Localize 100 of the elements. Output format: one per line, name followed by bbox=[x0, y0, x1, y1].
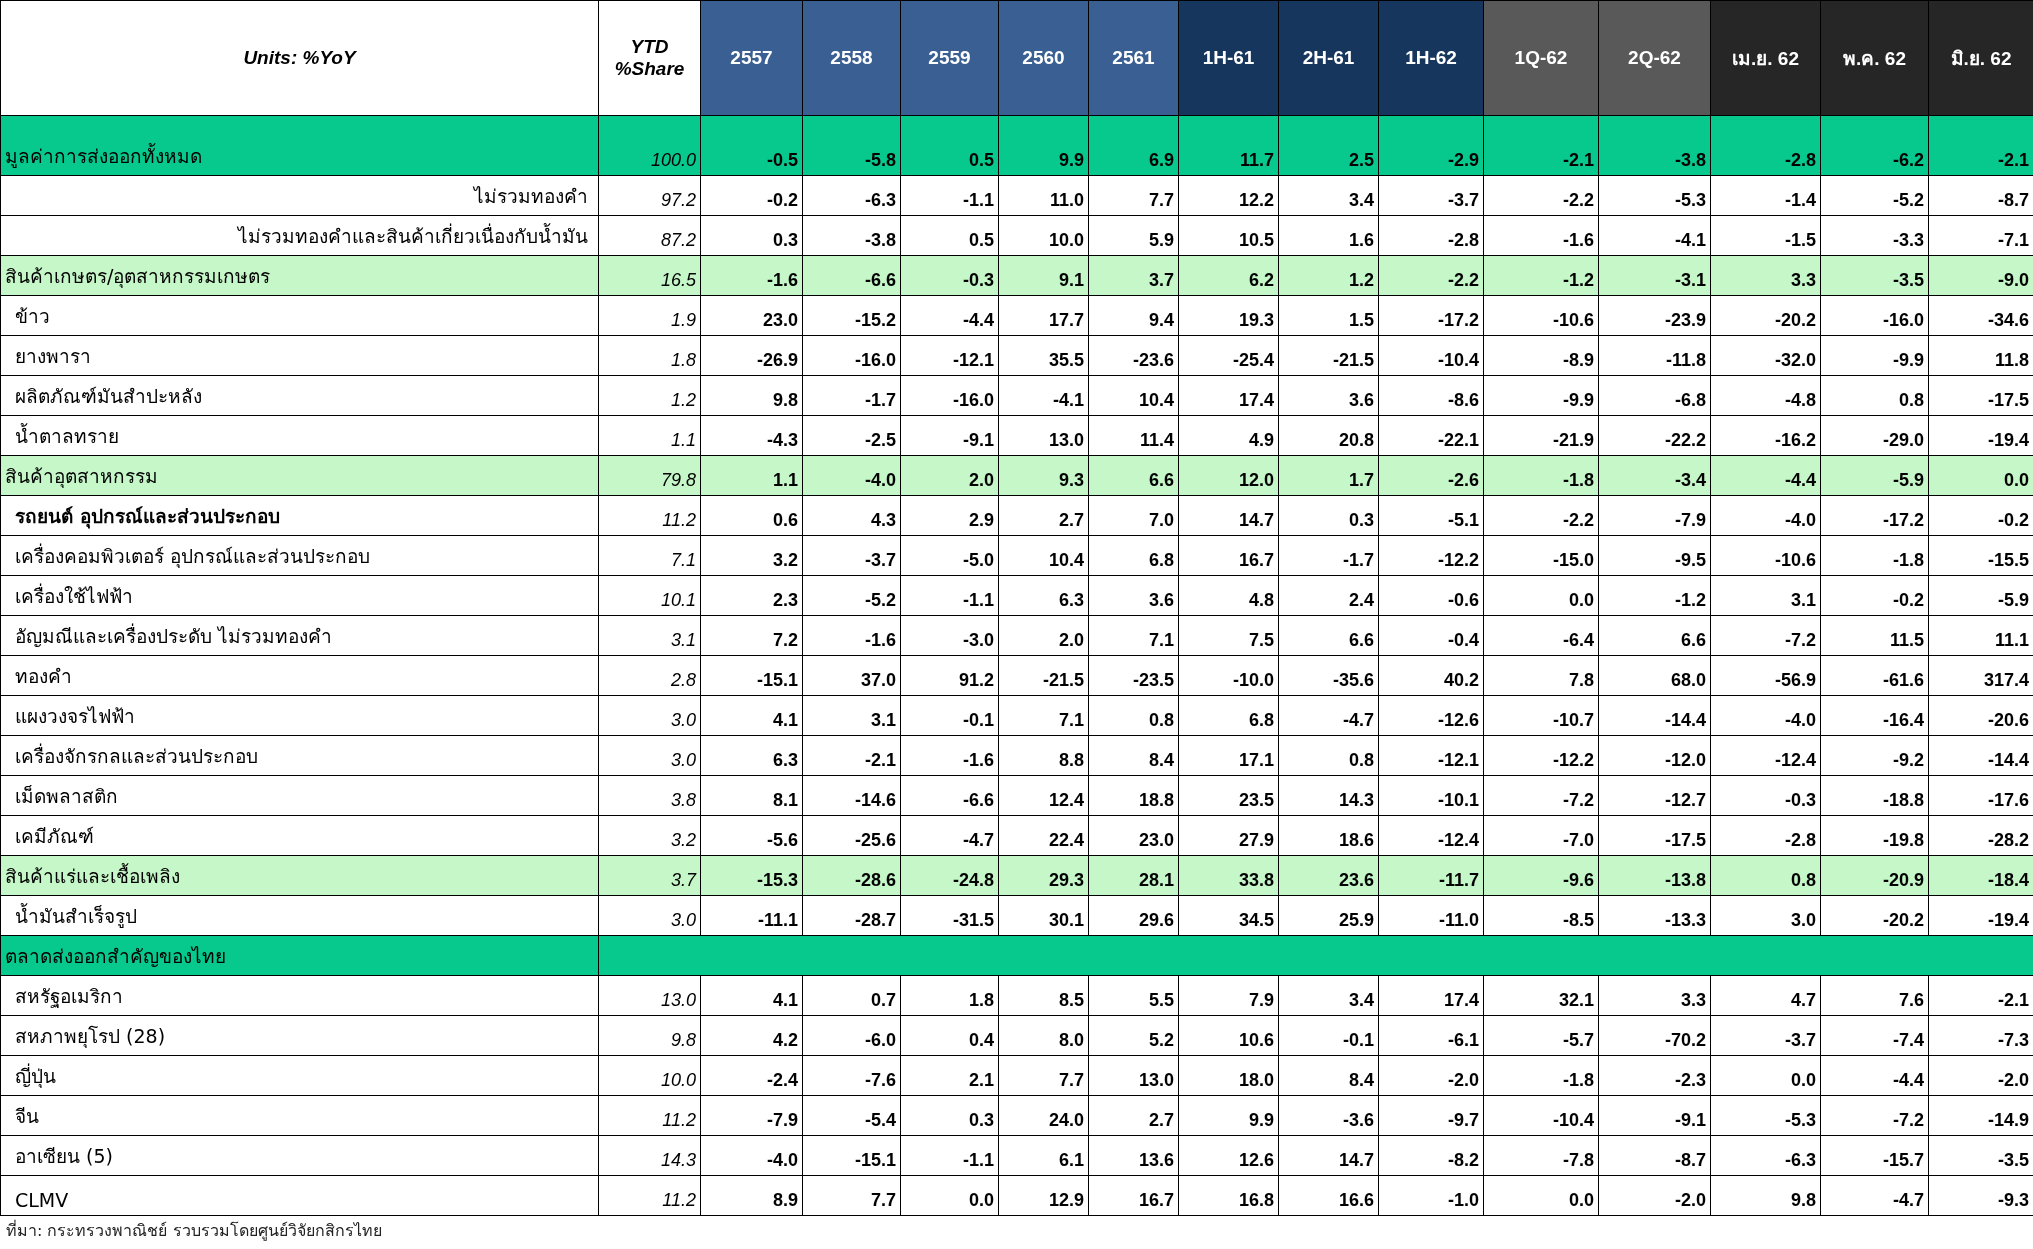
table-cell: -3.6 bbox=[1279, 1096, 1379, 1136]
column-header: 1H-62 bbox=[1379, 1, 1484, 116]
table-cell: -11.7 bbox=[1379, 856, 1484, 896]
table-cell: -0.2 bbox=[1821, 576, 1929, 616]
table-cell: -7.2 bbox=[1821, 1096, 1929, 1136]
table-cell: 2.5 bbox=[1279, 116, 1379, 176]
table-cell: -1.8 bbox=[1484, 456, 1599, 496]
table-cell: -20.2 bbox=[1711, 296, 1821, 336]
table-cell: 3.4 bbox=[1279, 176, 1379, 216]
table-cell: 1.5 bbox=[1279, 296, 1379, 336]
table-cell: 4.7 bbox=[1711, 976, 1821, 1016]
table-cell: -2.3 bbox=[1599, 1056, 1711, 1096]
table-cell: 7.9 bbox=[1179, 976, 1279, 1016]
table-cell: -56.9 bbox=[1711, 656, 1821, 696]
table-cell: 3.2 bbox=[701, 536, 803, 576]
table-cell: -2.5 bbox=[803, 416, 901, 456]
table-cell: -0.1 bbox=[901, 696, 999, 736]
table-cell: -15.1 bbox=[803, 1136, 901, 1176]
table-cell: -6.8 bbox=[1599, 376, 1711, 416]
table-cell: 30.1 bbox=[999, 896, 1089, 936]
table-cell: 20.8 bbox=[1279, 416, 1379, 456]
category-label: สินค้าเกษตร/อุตสาหกรรมเกษตร bbox=[1, 256, 599, 296]
table-cell: 9.3 bbox=[999, 456, 1089, 496]
table-cell: 0.0 bbox=[1711, 1056, 1821, 1096]
table-cell: 10.5 bbox=[1179, 216, 1279, 256]
table-cell: -1.1 bbox=[901, 576, 999, 616]
table-cell: -0.6 bbox=[1379, 576, 1484, 616]
table-cell: -17.2 bbox=[1821, 496, 1929, 536]
table-cell: 2.7 bbox=[1089, 1096, 1179, 1136]
row-label: ผลิตภัณฑ์มันสำปะหลัง bbox=[1, 376, 599, 416]
table-cell: -4.7 bbox=[901, 816, 999, 856]
table-cell: -1.8 bbox=[1821, 536, 1929, 576]
table-cell: -28.7 bbox=[803, 896, 901, 936]
table-cell: 3.6 bbox=[1089, 576, 1179, 616]
table-cell: -5.0 bbox=[901, 536, 999, 576]
table-cell: -5.2 bbox=[1821, 176, 1929, 216]
table-cell: 2.7 bbox=[999, 496, 1089, 536]
table-cell: 91.2 bbox=[901, 656, 999, 696]
category-label: สินค้าอุตสาหกรรม bbox=[1, 456, 599, 496]
table-cell: -0.2 bbox=[701, 176, 803, 216]
table-cell: -2.1 bbox=[1929, 116, 2033, 176]
table-cell: -13.8 bbox=[1599, 856, 1711, 896]
table-cell: 29.3 bbox=[999, 856, 1089, 896]
table-cell: 6.8 bbox=[1179, 696, 1279, 736]
table-cell: 3.3 bbox=[1599, 976, 1711, 1016]
column-header: 2H-61 bbox=[1279, 1, 1379, 116]
column-header: 1H-61 bbox=[1179, 1, 1279, 116]
table-cell: 14.3 bbox=[1279, 776, 1379, 816]
table-cell: -17.2 bbox=[1379, 296, 1484, 336]
table-cell: 8.8 bbox=[999, 736, 1089, 776]
table-cell: 0.8 bbox=[1279, 736, 1379, 776]
table-cell: -0.1 bbox=[1279, 1016, 1379, 1056]
row-label: รถยนต์ อุปกรณ์และส่วนประกอบ bbox=[1, 496, 599, 536]
table-cell: -1.6 bbox=[803, 616, 901, 656]
table-cell: 6.6 bbox=[1279, 616, 1379, 656]
table-cell: 3.2 bbox=[599, 816, 701, 856]
table-cell: 6.6 bbox=[1089, 456, 1179, 496]
table-cell: -2.9 bbox=[1379, 116, 1484, 176]
table-cell: 0.5 bbox=[901, 216, 999, 256]
table-cell: 13.0 bbox=[599, 976, 701, 1016]
table-cell: -19.8 bbox=[1821, 816, 1929, 856]
table-cell: 100.0 bbox=[599, 116, 701, 176]
table-cell: 3.0 bbox=[1711, 896, 1821, 936]
table-cell: -10.6 bbox=[1484, 296, 1599, 336]
table-cell: 13.0 bbox=[1089, 1056, 1179, 1096]
table-cell: -4.0 bbox=[1711, 496, 1821, 536]
category-label: มูลค่าการส่งออกทั้งหมด bbox=[1, 116, 599, 176]
table-cell: -10.4 bbox=[1484, 1096, 1599, 1136]
table-cell: -1.6 bbox=[1484, 216, 1599, 256]
table-cell: 2.9 bbox=[901, 496, 999, 536]
table-cell: 2.8 bbox=[599, 656, 701, 696]
table-cell: 34.5 bbox=[1179, 896, 1279, 936]
table-cell: -6.3 bbox=[803, 176, 901, 216]
table-cell: 3.7 bbox=[599, 856, 701, 896]
table-cell: -9.7 bbox=[1379, 1096, 1484, 1136]
table-cell: -9.5 bbox=[1599, 536, 1711, 576]
table-cell: 7.6 bbox=[1821, 976, 1929, 1016]
table-cell: -15.0 bbox=[1484, 536, 1599, 576]
category-label: สินค้าแร่และเชื้อเพลิง bbox=[1, 856, 599, 896]
column-header: พ.ค. 62 bbox=[1821, 1, 1929, 116]
table-cell: -9.1 bbox=[901, 416, 999, 456]
table-cell: -3.5 bbox=[1821, 256, 1929, 296]
table-cell: 4.2 bbox=[701, 1016, 803, 1056]
table-cell: -10.7 bbox=[1484, 696, 1599, 736]
table-cell: -22.1 bbox=[1379, 416, 1484, 456]
table-cell: 14.3 bbox=[599, 1136, 701, 1176]
table-cell: -23.9 bbox=[1599, 296, 1711, 336]
table-cell: 10.6 bbox=[1179, 1016, 1279, 1056]
table-cell: 7.0 bbox=[1089, 496, 1179, 536]
table-cell: 3.8 bbox=[599, 776, 701, 816]
table-cell: -5.6 bbox=[701, 816, 803, 856]
table-cell: 3.0 bbox=[599, 736, 701, 776]
table-cell: 16.7 bbox=[1089, 1176, 1179, 1216]
table-cell: 12.2 bbox=[1179, 176, 1279, 216]
table-cell: 6.2 bbox=[1179, 256, 1279, 296]
table-cell: -18.4 bbox=[1929, 856, 2033, 896]
table-cell: 9.8 bbox=[599, 1016, 701, 1056]
table-cell: 17.4 bbox=[1379, 976, 1484, 1016]
table-cell: -8.9 bbox=[1484, 336, 1599, 376]
table-cell: -6.4 bbox=[1484, 616, 1599, 656]
